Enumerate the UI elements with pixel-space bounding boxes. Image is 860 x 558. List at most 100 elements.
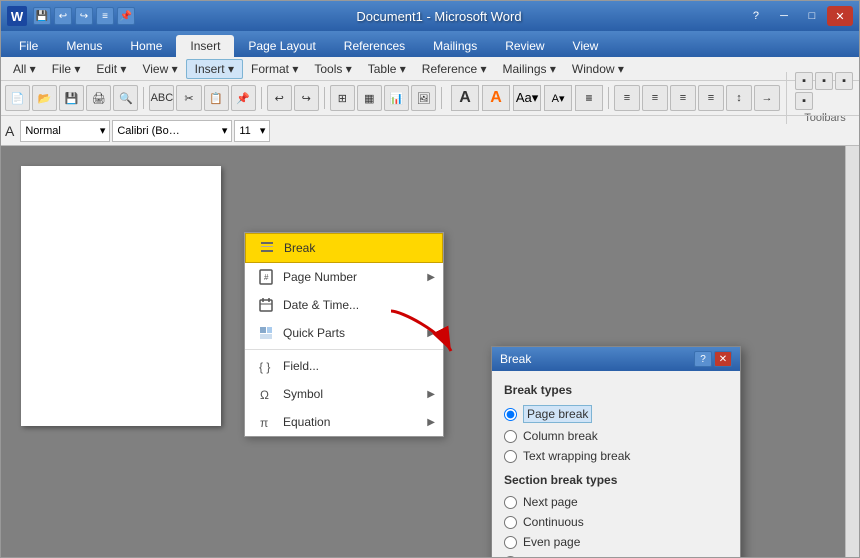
tab-mailings[interactable]: Mailings — [419, 35, 491, 57]
tb-extra-1[interactable]: ▪ — [795, 72, 813, 90]
preview-btn[interactable]: 🔍 — [113, 85, 138, 111]
page-number-icon: # — [257, 268, 275, 286]
next-page-radio[interactable] — [504, 496, 517, 509]
page-break-option[interactable]: Page break — [504, 405, 728, 423]
justify-btn[interactable]: ≡ — [698, 85, 724, 111]
tb-extra-4[interactable]: ▪ — [795, 92, 813, 110]
menu-icon-btn[interactable]: ≡ — [96, 7, 114, 25]
menu-item-quick-parts[interactable]: Quick Parts ▶ — [245, 319, 443, 347]
page-break-radio[interactable] — [504, 408, 517, 421]
menu-item-break[interactable]: Break — [245, 233, 443, 263]
tb-extra-2[interactable]: ▪ — [815, 72, 833, 90]
maximize-btn[interactable]: □ — [799, 6, 825, 26]
insert-chart-btn[interactable]: 📊 — [384, 85, 409, 111]
menu-tools[interactable]: Tools ▾ — [306, 60, 359, 78]
cut-btn[interactable]: ✂ — [176, 85, 201, 111]
tab-file[interactable]: File — [5, 35, 52, 57]
continuous-radio[interactable] — [504, 516, 517, 529]
column-break-option[interactable]: Column break — [504, 429, 728, 443]
even-page-option[interactable]: Even page — [504, 535, 728, 549]
document-area: Break # Page Number ▶ — [1, 146, 859, 557]
font-dropdown[interactable]: Calibri (Bo… ▾ — [112, 120, 232, 142]
aa-btn[interactable]: Aa▾ — [513, 85, 541, 111]
odd-page-radio-label: Odd page — [523, 555, 576, 557]
insert-pic-btn[interactable]: 🖼 — [411, 85, 436, 111]
menu-format[interactable]: Format ▾ — [243, 60, 306, 78]
menu-all[interactable]: All ▾ — [5, 60, 44, 78]
size-dropdown[interactable]: 11 ▾ — [234, 120, 270, 142]
continuous-option[interactable]: Continuous — [504, 515, 728, 529]
insert-table-btn[interactable]: ⊞ — [330, 85, 355, 111]
menu-edit[interactable]: Edit ▾ — [88, 60, 134, 78]
undo-btn[interactable]: ↩ — [267, 85, 292, 111]
redo-icon-btn[interactable]: ↪ — [75, 7, 93, 25]
odd-page-radio[interactable] — [504, 556, 517, 558]
highlight-btn[interactable]: A▾ — [544, 85, 572, 111]
menu-window[interactable]: Window ▾ — [564, 60, 632, 78]
break-dialog: Break ? ✕ Break types Page break Column … — [491, 346, 741, 557]
tab-menus[interactable]: Menus — [52, 35, 116, 57]
print-btn[interactable]: 🖨 — [86, 85, 111, 111]
paste-btn[interactable]: 📌 — [231, 85, 256, 111]
tab-review[interactable]: Review — [491, 35, 558, 57]
minimize-btn[interactable]: ─ — [771, 6, 797, 26]
bold-A-btn[interactable]: A — [451, 85, 479, 111]
indent-btn[interactable]: → — [754, 85, 780, 111]
format-btn[interactable]: ≡ — [575, 85, 603, 111]
right-scrollbar[interactable] — [845, 146, 859, 557]
svg-text:{ }: { } — [259, 360, 270, 374]
insert-col-btn[interactable]: ▦ — [357, 85, 382, 111]
pin-icon-btn[interactable]: 📌 — [117, 7, 135, 25]
tab-home[interactable]: Home — [116, 35, 176, 57]
menu-mailings[interactable]: Mailings ▾ — [495, 60, 564, 78]
menu-item-date-time[interactable]: Date & Time... — [245, 291, 443, 319]
separator-4 — [441, 87, 442, 109]
menu-item-page-number[interactable]: # Page Number ▶ — [245, 263, 443, 291]
toolbar-row-1: 📄 📂 💾 🖨 🔍 ABC ✂ 📋 📌 ↩ ↪ ⊞ ▦ 📊 🖼 A A Aa▾ — [1, 81, 859, 115]
tb-extra-3[interactable]: ▪ — [835, 72, 853, 90]
text-wrap-option[interactable]: Text wrapping break — [504, 449, 728, 463]
save-icon-btn[interactable]: 💾 — [33, 7, 51, 25]
column-break-radio[interactable] — [504, 430, 517, 443]
menu-file[interactable]: File ▾ — [44, 60, 89, 78]
window-title: Document1 - Microsoft Word — [356, 9, 521, 24]
line-spacing-btn[interactable]: ↕ — [726, 85, 752, 111]
menu-insert[interactable]: Insert ▾ — [186, 59, 243, 79]
new-btn[interactable]: 📄 — [5, 85, 30, 111]
menu-item-equation[interactable]: π Equation ▶ — [245, 408, 443, 436]
menu-item-field[interactable]: { } Field... — [245, 352, 443, 380]
menu-item-symbol[interactable]: Ω Symbol ▶ — [245, 380, 443, 408]
close-btn[interactable]: ✕ — [827, 6, 853, 26]
svg-text:π: π — [260, 416, 268, 430]
even-page-radio[interactable] — [504, 536, 517, 549]
spell-btn[interactable]: ABC — [149, 85, 174, 111]
application-window: W 💾 ↩ ↪ ≡ 📌 Document1 - Microsoft Word ?… — [0, 0, 860, 558]
style-dropdown[interactable]: Normal ▾ — [20, 120, 110, 142]
tab-references[interactable]: References — [330, 35, 419, 57]
section-break-label: Section break types — [504, 473, 728, 487]
save-btn[interactable]: 💾 — [59, 85, 84, 111]
text-wrap-radio[interactable] — [504, 450, 517, 463]
tab-view[interactable]: View — [559, 35, 613, 57]
color-A-btn[interactable]: A — [482, 85, 510, 111]
dialog-close-btn[interactable]: ✕ — [714, 351, 732, 367]
tab-page-layout[interactable]: Page Layout — [234, 35, 329, 57]
menu-table[interactable]: Table ▾ — [360, 60, 414, 78]
undo-icon-btn[interactable]: ↩ — [54, 7, 72, 25]
align-left-btn[interactable]: ≡ — [614, 85, 640, 111]
next-page-option[interactable]: Next page — [504, 495, 728, 509]
column-break-radio-label: Column break — [523, 429, 598, 443]
break-icon — [258, 239, 276, 257]
tab-insert[interactable]: Insert — [176, 35, 234, 57]
align-right-btn[interactable]: ≡ — [670, 85, 696, 111]
odd-page-option[interactable]: Odd page — [504, 555, 728, 557]
menu-reference[interactable]: Reference ▾ — [414, 60, 495, 78]
help-btn[interactable]: ? — [743, 6, 769, 26]
redo-btn[interactable]: ↪ — [294, 85, 319, 111]
dialog-help-btn[interactable]: ? — [694, 351, 712, 367]
open-btn[interactable]: 📂 — [32, 85, 57, 111]
align-center-btn[interactable]: ≡ — [642, 85, 668, 111]
copy-btn[interactable]: 📋 — [204, 85, 229, 111]
menu-view[interactable]: View ▾ — [134, 60, 185, 78]
field-icon: { } — [257, 357, 275, 375]
